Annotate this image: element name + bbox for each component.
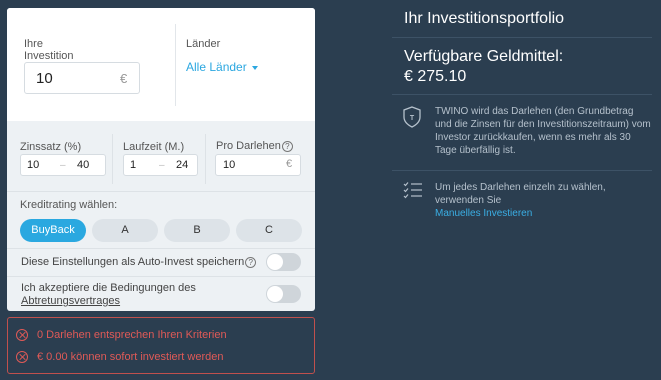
portfolio-divider bbox=[392, 37, 652, 38]
save-autoinvest-label: Diese Einstellungen als Auto-Invest spei… bbox=[21, 256, 257, 269]
investment-form-top: Ihre Investition 10 € Länder Alle Länder bbox=[7, 8, 315, 121]
rating-b-button[interactable]: B bbox=[164, 219, 230, 242]
countries-dropdown[interactable]: Alle Länder bbox=[186, 60, 258, 74]
error-row: € 0.00 können sofort investiert werden bbox=[16, 351, 224, 364]
interest-to: 40 bbox=[77, 159, 90, 171]
countries-label: Länder bbox=[186, 38, 221, 50]
section-divider bbox=[7, 191, 315, 192]
manual-invest-info: Um jedes Darlehen einzeln zu wählen, ver… bbox=[435, 181, 635, 220]
available-funds-label: Verfügbare Geldmittel: bbox=[404, 48, 564, 65]
countries-value: Alle Länder bbox=[186, 60, 247, 74]
interest-from: 10 bbox=[27, 159, 40, 171]
per-loan-label: Pro Darlehen? bbox=[216, 140, 293, 152]
error-box: 0 Darlehen entsprechen Ihren Kriterien €… bbox=[7, 317, 315, 374]
available-funds-value: € 275.10 bbox=[404, 68, 467, 85]
error-message: 0 Darlehen entsprechen Ihren Kriterien bbox=[37, 329, 227, 341]
investment-form-card: Ihre Investition 10 € Länder Alle Länder… bbox=[7, 8, 315, 311]
investment-label: Ihre Investition bbox=[24, 38, 74, 62]
range-dash: – bbox=[60, 160, 66, 171]
interest-label: Zinssatz (%) bbox=[20, 141, 82, 153]
rating-c-button[interactable]: C bbox=[236, 219, 302, 242]
rating-label: Kreditrating wählen: bbox=[20, 199, 118, 211]
portfolio-divider bbox=[392, 94, 652, 95]
manual-invest-link[interactable]: Manuelles Investieren bbox=[435, 208, 532, 219]
buyback-info-text: TWINO wird das Darlehen (den Grundbetrag… bbox=[435, 106, 651, 156]
per-loan-label-text: Pro Darlehen bbox=[216, 140, 281, 152]
chevron-down-icon bbox=[251, 65, 258, 70]
per-loan-input[interactable]: 10 € bbox=[215, 154, 301, 176]
interest-range-input[interactable]: 10 – 40 bbox=[20, 154, 106, 176]
rating-a-button[interactable]: A bbox=[92, 219, 158, 242]
accept-terms-text: Ich akzeptiere die Bedingungen des bbox=[21, 282, 196, 294]
error-message: € 0.00 können sofort investiert werden bbox=[37, 351, 224, 363]
term-label: Laufzeit (M.) bbox=[123, 141, 185, 153]
portfolio-title: Ihr Investitionsportfolio bbox=[404, 10, 565, 27]
range-dash: – bbox=[159, 160, 165, 171]
manual-invest-text: Um jedes Darlehen einzeln zu wählen, ver… bbox=[435, 182, 606, 206]
term-to: 24 bbox=[176, 159, 189, 171]
term-from: 1 bbox=[130, 159, 137, 171]
top-divider bbox=[175, 24, 176, 106]
investment-value: 10 bbox=[36, 70, 53, 87]
portfolio-divider bbox=[392, 170, 652, 171]
checklist-icon bbox=[403, 181, 423, 199]
investment-currency: € bbox=[120, 71, 128, 86]
per-loan-value: 10 bbox=[223, 159, 236, 171]
terms-link[interactable]: Abtretungsvertrages bbox=[21, 295, 196, 308]
per-loan-currency: € bbox=[286, 158, 293, 170]
section-divider bbox=[7, 248, 315, 249]
investment-input[interactable]: 10 € bbox=[24, 62, 140, 94]
save-autoinvest-toggle[interactable] bbox=[266, 253, 301, 271]
svg-text:T: T bbox=[410, 115, 415, 122]
save-autoinvest-text: Diese Einstellungen als Auto-Invest spei… bbox=[21, 256, 245, 268]
help-icon[interactable]: ? bbox=[281, 140, 293, 152]
error-icon bbox=[16, 329, 28, 342]
accept-terms-label: Ich akzeptiere die Bedingungen des Abtre… bbox=[21, 282, 196, 308]
shield-icon: T bbox=[403, 106, 421, 128]
filter-divider bbox=[205, 134, 206, 184]
error-icon bbox=[16, 351, 28, 364]
filter-divider bbox=[112, 134, 113, 184]
rating-buyback-button[interactable]: BuyBack bbox=[20, 219, 86, 242]
term-range-input[interactable]: 1 – 24 bbox=[123, 154, 198, 176]
error-row: 0 Darlehen entsprechen Ihren Kriterien bbox=[16, 329, 227, 342]
accept-terms-toggle[interactable] bbox=[266, 285, 301, 303]
help-icon[interactable]: ? bbox=[245, 256, 257, 268]
section-divider bbox=[7, 276, 315, 277]
